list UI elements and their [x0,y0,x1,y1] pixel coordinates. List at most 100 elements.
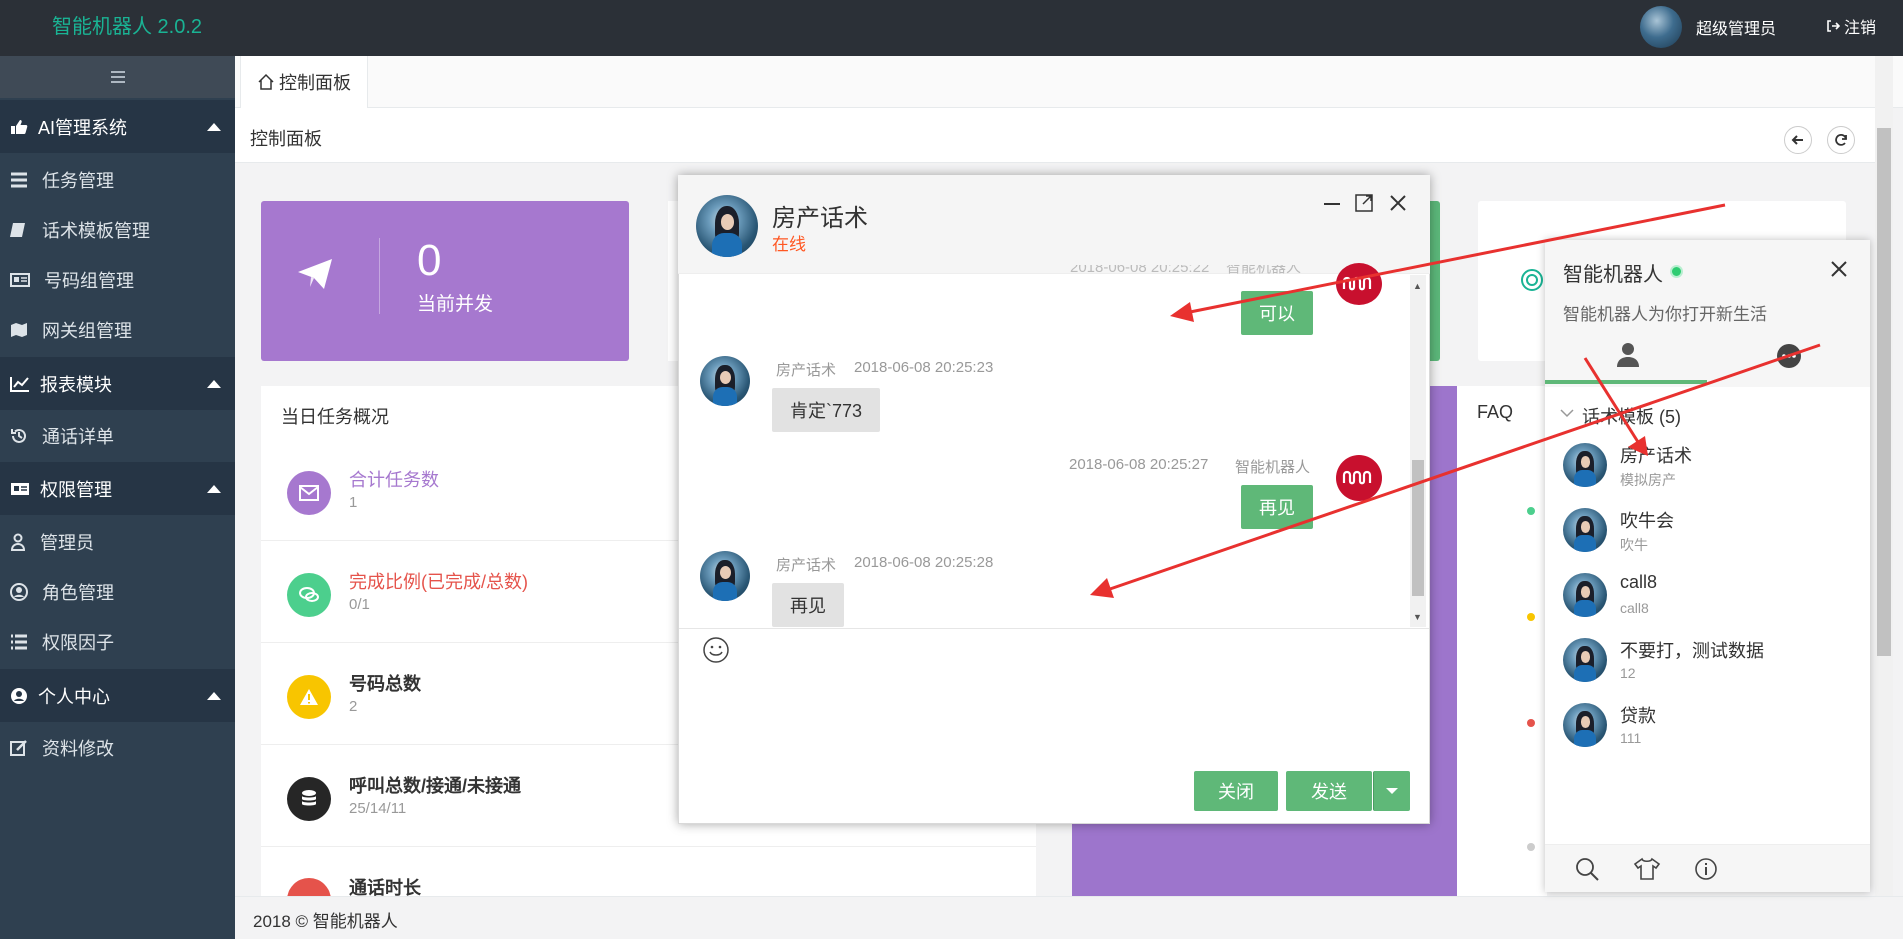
stat-value: 0 [417,236,442,285]
divider [379,238,380,314]
id-card-icon [11,482,29,495]
message-scrollbar-thumb[interactable] [1412,460,1424,596]
target-icon [1520,268,1544,292]
tab-friends[interactable] [1614,341,1642,369]
task-row-value: 0/1 [349,596,370,613]
divider [261,846,1036,847]
sidebar-item-number-group[interactable]: 号码组管理 [0,255,235,305]
contact-avatar [1563,703,1607,747]
close-chat-button[interactable]: 关闭 [1194,771,1278,811]
breadcrumb: 控制面板 [250,129,322,149]
message-bubble-in: 再见 [772,583,844,627]
status-dot [1527,719,1535,727]
book-icon [10,223,25,237]
skin-icon[interactable] [1633,857,1661,881]
task-row-name: 呼叫总数/接通/未接通 [349,776,522,796]
sidebar-group-profile[interactable]: 个人中心 [0,669,235,722]
tab-chats[interactable] [1776,343,1802,369]
back-button[interactable] [1784,126,1812,154]
logout-button[interactable]: 注销 [1826,14,1876,38]
close-window-button[interactable] [1389,194,1407,212]
message-sender: 智能机器人 [1235,459,1311,476]
sidebar-item-label: 通话详单 [42,427,114,447]
refresh-button[interactable] [1827,126,1855,154]
task-row-name: 完成比例(已完成/总数) [349,572,528,592]
send-button[interactable]: 发送 [1286,771,1372,811]
thumbs-up-icon [11,119,28,134]
contact-name: call8 [1620,572,1658,592]
minimize-button[interactable] [1323,194,1341,212]
line-chart-icon [10,376,29,392]
paper-plane-icon [296,258,334,290]
info-icon[interactable] [1694,857,1718,881]
arrow-left-icon [1791,135,1803,145]
scroll-up-icon[interactable]: ▲ [1413,281,1422,291]
send-options-button[interactable] [1373,771,1410,811]
sidebar-item-label: 任务管理 [42,171,114,191]
contact-group-label[interactable]: 话术模板 (5) [1582,403,1681,429]
message-bubble-out: 再见 [1241,485,1313,529]
contact-item[interactable]: 房产话术 模拟房产 [1550,432,1865,496]
contact-avatar [1563,508,1607,552]
my-signature: 智能机器人为你打开新生活 [1563,305,1767,324]
user-circle-icon [10,583,28,601]
contact-item[interactable]: call8 call8 [1550,562,1865,626]
sidebar-item-task[interactable]: 任务管理 [0,155,235,205]
contact-avatar [1563,443,1607,487]
sidebar-group-permission[interactable]: 权限管理 [0,462,235,515]
contact-item[interactable]: 不要打，测试数据 12 [1550,627,1865,691]
user-avatar[interactable] [1640,6,1682,48]
sidebar-item-role[interactable]: 角色管理 [0,567,235,617]
sidebar-item-edit-profile[interactable]: 资料修改 [0,723,235,773]
caret-up-icon [207,484,221,493]
sidebar-item-gateway-group[interactable]: 网关组管理 [0,305,235,355]
close-panel-button[interactable] [1830,260,1848,278]
task-row-name: 合计任务数 [349,470,439,490]
sidebar-item-label: 角色管理 [42,583,114,603]
emoji-icon[interactable] [702,636,730,664]
comments-icon [287,573,331,617]
page-scrollbar-thumb[interactable] [1877,128,1891,656]
faq-title: FAQ [1477,402,1514,422]
logout-label: 注销 [1844,20,1877,37]
contact-name: 贷款 [1620,706,1656,726]
user-name[interactable]: 超级管理员 [1696,15,1776,39]
contact-subtitle: 12 [1620,665,1636,681]
user-circle-icon [11,687,27,704]
warning-icon [287,675,331,719]
task-overview-title: 当日任务概况 [281,407,389,427]
maximize-icon [1355,194,1373,212]
maximize-button[interactable] [1355,194,1373,212]
contact-avatar [1563,573,1607,617]
contact-subtitle: call8 [1620,600,1649,616]
id-card-icon [10,273,30,287]
contact-item[interactable]: 贷款 111 [1550,692,1865,756]
sidebar-group-ai[interactable]: AI管理系统 [0,100,235,153]
search-icon[interactable] [1574,856,1600,882]
contact-avatar [700,356,750,406]
task-row-value: 1 [349,494,358,511]
contact-avatar [700,551,750,601]
my-name: 智能机器人 [1563,264,1663,286]
status-dot [1527,507,1535,515]
sidebar-item-call-detail[interactable]: 通话详单 [0,411,235,461]
sidebar-item-admin[interactable]: 管理员 [0,517,235,567]
sidebar-item-script-template[interactable]: 话术模板管理 [0,205,235,255]
sidebar-item-label: 号码组管理 [44,271,134,291]
contact-subtitle: 吹牛 [1620,537,1648,553]
sidebar-item-permission-factor[interactable]: 权限因子 [0,617,235,667]
scroll-down-icon[interactable]: ▼ [1413,612,1422,622]
contact-item[interactable]: 吹牛会 吹牛 [1550,497,1865,561]
sidebar-item-label: 管理员 [40,533,94,553]
sidebar-group-report[interactable]: 报表模块 [0,357,235,410]
refresh-icon [1835,134,1847,146]
tab-dashboard[interactable]: 控制面板 [240,56,368,108]
message-sender: 房产话术 [776,557,837,574]
contact-name: 吹牛会 [1620,511,1674,531]
chevron-down-icon[interactable] [1560,408,1574,418]
sidebar-group-label: 权限管理 [40,479,112,500]
caret-down-icon [1386,788,1398,794]
sidebar-toggle-button[interactable] [0,56,235,98]
close-icon [1831,261,1847,277]
breadcrumb-bar [235,108,1875,163]
